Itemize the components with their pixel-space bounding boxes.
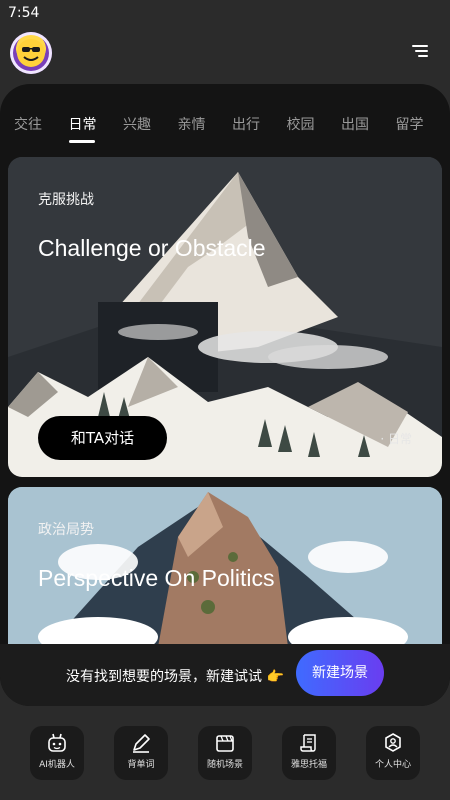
nav-profile[interactable]: 个人中心 xyxy=(366,726,420,780)
scene-card[interactable]: 克服挑战 Challenge or Obstacle 和TA对话 · 日常 xyxy=(8,157,442,477)
status-bar: 7:54 xyxy=(0,0,450,26)
nav-label: 雅思托福 xyxy=(290,760,327,770)
nav-label: 背单词 xyxy=(127,760,155,770)
tab-jiaowang[interactable]: 交往 xyxy=(14,114,69,150)
smiley-face-icon xyxy=(17,39,45,67)
tab-qinqing[interactable]: 亲情 xyxy=(178,114,233,150)
tab-xingqu[interactable]: 兴趣 xyxy=(123,114,178,150)
create-scene-banner: 没有找到想要的场景，新建试试 👉 新建场景 xyxy=(0,644,450,706)
card-title: Perspective On Politics xyxy=(38,565,275,591)
nav-ai-robot[interactable]: AI机器人 xyxy=(30,726,84,780)
main-panel: 交往 日常 兴趣 亲情 出行 校园 出国 留学 克服挑战 Challenge o… xyxy=(0,84,450,706)
tab-richang[interactable]: 日常 xyxy=(68,114,124,150)
tab-xiaoyuan[interactable]: 校园 xyxy=(287,114,342,150)
tab-chuguo[interactable]: 出国 xyxy=(341,114,396,150)
bottom-nav: AI机器人 背单词 随机场景 雅思托福 个人中心 xyxy=(0,712,450,800)
nav-ielts-toefl[interactable]: 雅思托福 xyxy=(282,726,336,780)
new-scene-button[interactable]: 新建场景 xyxy=(296,650,384,696)
nav-label: 个人中心 xyxy=(374,760,411,770)
robot-icon xyxy=(48,733,66,752)
user-gear-icon xyxy=(385,733,401,752)
menu-icon[interactable] xyxy=(412,45,428,59)
card-category-tag: · 日常 xyxy=(380,432,412,446)
nav-label: AI机器人 xyxy=(39,760,75,770)
card-subtitle: 克服挑战 xyxy=(38,192,94,208)
status-time: 7:54 xyxy=(8,5,40,21)
card-title: Challenge or Obstacle xyxy=(38,235,266,261)
nav-random-scene[interactable]: 随机场景 xyxy=(198,726,252,780)
chat-with-ta-button[interactable]: 和TA对话 xyxy=(38,416,167,460)
nav-vocabulary[interactable]: 背单词 xyxy=(114,726,168,780)
card-subtitle: 政治局势 xyxy=(38,522,94,538)
nav-label: 随机场景 xyxy=(206,760,243,770)
banner-text: 没有找到想要的场景，新建试试 👉 xyxy=(66,669,284,685)
scroll-icon xyxy=(300,734,316,752)
scene-card[interactable]: 政治局势 Perspective On Politics xyxy=(8,487,442,647)
top-bar xyxy=(0,26,450,82)
smiley-avatar-icon[interactable] xyxy=(10,32,52,74)
category-tabs: 交往 日常 兴趣 亲情 出行 校园 出国 留学 xyxy=(0,114,450,150)
pen-icon xyxy=(133,734,150,753)
film-icon xyxy=(216,735,234,752)
tab-chuxing[interactable]: 出行 xyxy=(232,114,287,150)
tab-liuxue[interactable]: 留学 xyxy=(396,114,450,150)
